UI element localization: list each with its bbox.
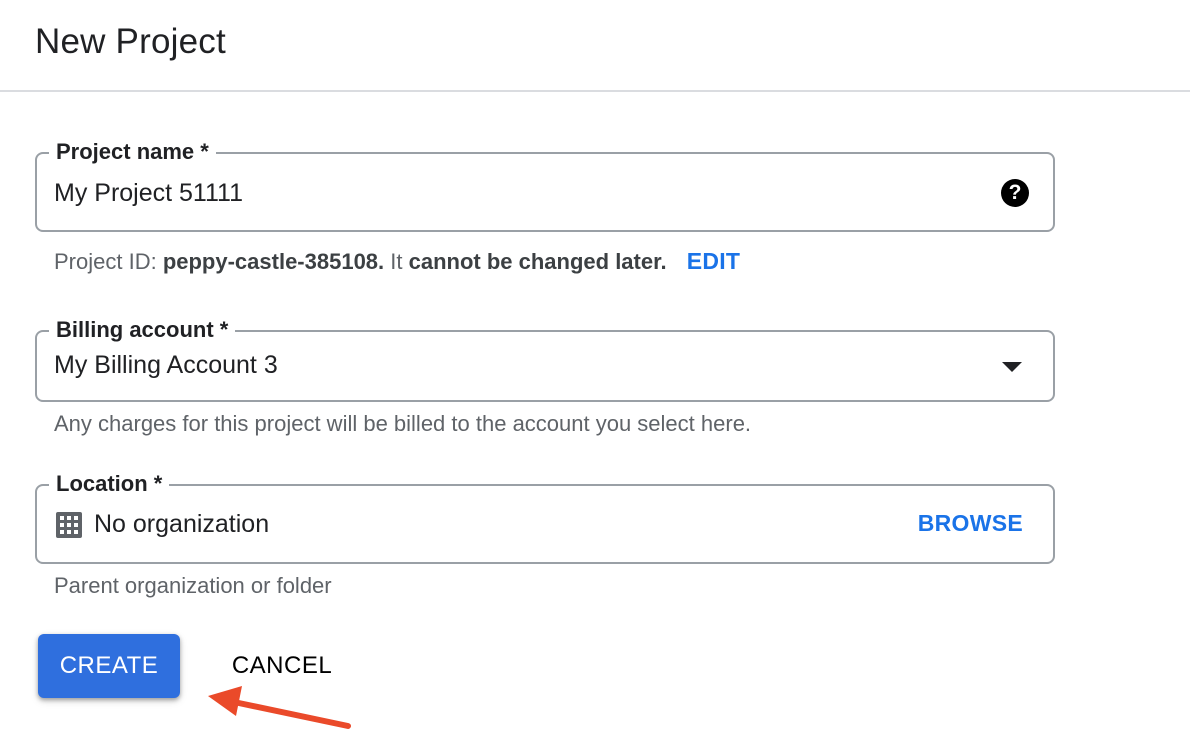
location-hint: Parent organization or folder [54, 573, 332, 598]
location-label: Location * [49, 471, 170, 497]
billing-account-value: My Billing Account 3 [54, 351, 278, 379]
billing-account-select[interactable]: Billing account * My Billing Account 3 [35, 317, 1055, 402]
triangle-down-icon[interactable] [1002, 362, 1022, 372]
browse-button[interactable]: BROWSE [918, 510, 1023, 537]
project-id-warning: cannot be changed later. [408, 249, 667, 274]
billing-hint: Any charges for this project will be bil… [54, 411, 752, 436]
project-id-hint: Project ID: peppy-castle-385108. It cann… [54, 248, 740, 275]
project-id-prefix: Project ID: [54, 249, 163, 274]
project-id-value: peppy-castle-385108. [162, 249, 385, 274]
dialog-header: New Project [0, 0, 1190, 92]
edit-project-id-button[interactable]: EDIT [687, 248, 741, 274]
project-name-field[interactable]: Project name * My Project 51111 ? [35, 139, 1055, 232]
project-id-middle: It [384, 249, 409, 274]
create-button[interactable]: CREATE [38, 634, 180, 698]
location-field[interactable]: Location * No organization BROWSE [35, 471, 1055, 564]
billing-account-label: Billing account * [49, 317, 236, 343]
project-name-input[interactable]: My Project 51111 [54, 178, 243, 208]
question-circle-icon[interactable]: ? [1001, 179, 1029, 207]
annotation-arrow-icon [208, 686, 351, 729]
project-name-label: Project name * [49, 139, 216, 165]
page-title: New Project [35, 22, 226, 61]
building-icon [56, 512, 82, 538]
location-value: No organization [94, 510, 270, 538]
